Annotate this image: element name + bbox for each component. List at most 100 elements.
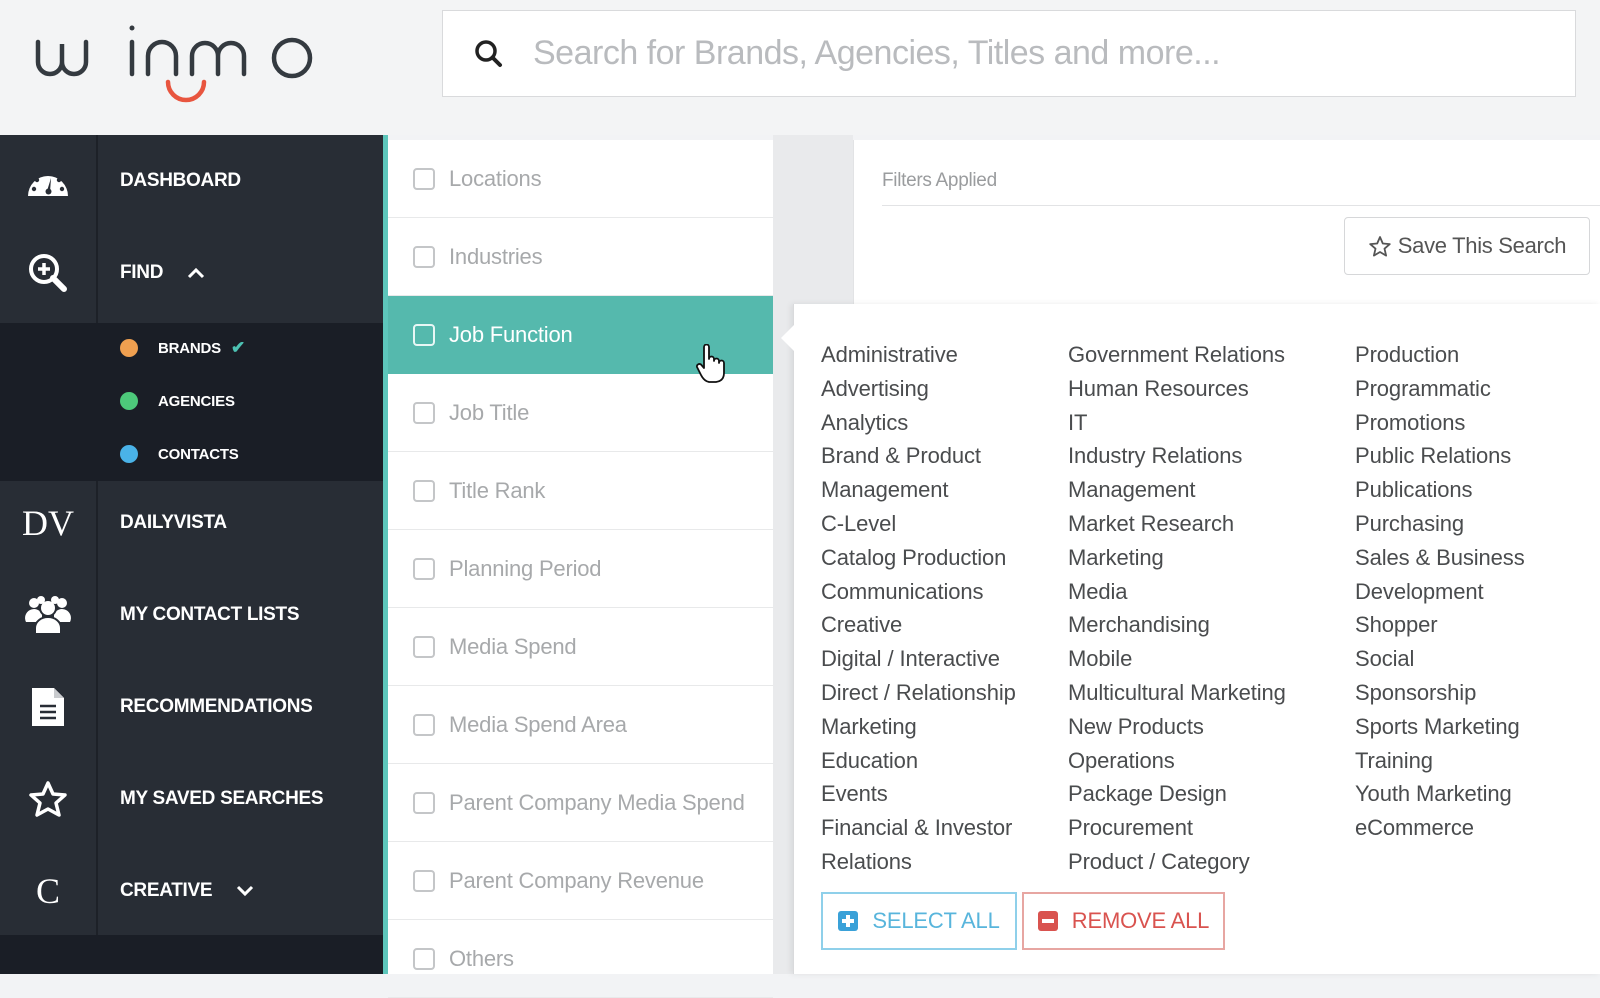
submenu-label: AGENCIES [158,392,235,410]
sidebar-item-dailyvista[interactable]: DV DAILYVISTA [0,477,383,569]
search-input[interactable] [533,34,1575,73]
sidebar-item-find[interactable]: FIND [0,227,383,319]
filter-label: Others [449,945,514,971]
checkbox[interactable] [413,635,435,658]
job-function-option[interactable]: Procurement [1068,811,1286,845]
checkbox[interactable] [413,324,435,346]
filter-item-title-rank[interactable]: Title Rank [388,452,773,530]
job-function-option[interactable]: Package Design [1068,777,1286,811]
job-function-option[interactable]: Human Resources [1068,372,1286,406]
filter-item-parent-company-revenue[interactable]: Parent Company Revenue [388,842,773,920]
filter-item-others[interactable]: Others [388,920,773,998]
checkbox[interactable] [413,557,435,580]
checkbox[interactable] [413,791,435,814]
chevron-down-icon[interactable] [236,885,254,897]
job-function-option[interactable]: Shopper [1355,608,1525,642]
job-function-option[interactable]: Events [821,777,1016,811]
filter-label: Parent Company Media Spend [449,789,745,815]
filter-label: Media Spend Area [449,711,627,737]
job-function-option[interactable]: Multicultural Marketing [1068,676,1286,710]
sidebar-item-my-saved-searches[interactable]: MY SAVED SEARCHES [0,753,383,845]
job-function-option[interactable]: Operations [1068,744,1286,778]
job-function-option[interactable]: Social [1355,642,1525,676]
job-function-option[interactable]: Purchasing [1355,507,1525,541]
sidebar-item-dashboard[interactable]: DASHBOARD [0,135,383,227]
chevron-up-icon[interactable] [187,267,205,279]
sidebar-item-creative[interactable]: C CREATIVE [0,845,383,937]
job-function-option[interactable]: Sponsorship [1355,676,1525,710]
job-function-option[interactable]: Catalog Production [821,541,1016,575]
job-function-option[interactable]: Communications [821,575,1016,609]
sidebar-item-label: FIND [120,262,164,283]
job-function-option[interactable]: Promotions [1355,406,1525,440]
job-function-option[interactable]: C-Level [821,507,1016,541]
filter-label: Job Function [449,322,573,347]
hand-pointer-cursor-icon [696,344,725,383]
sidebar-item-label: MY CONTACT LISTS [120,604,300,625]
save-search-button[interactable]: Save This Search [1344,217,1590,275]
job-function-option[interactable]: Education [821,744,1016,778]
job-function-option[interactable]: eCommerce [1355,811,1525,845]
remove-all-label: REMOVE ALL [1071,908,1210,933]
job-function-option[interactable]: Brand & Product [821,439,1016,473]
checkbox[interactable] [413,713,435,736]
checkbox[interactable] [413,479,435,502]
job-function-option[interactable]: Programmatic [1355,372,1525,406]
job-function-option[interactable]: IT [1068,406,1286,440]
filter-item-media-spend[interactable]: Media Spend [388,608,773,686]
job-function-option[interactable]: Youth Marketing [1355,777,1525,811]
checkbox[interactable] [413,167,435,190]
job-function-popover: Administrative Advertising Analytics Brand … [781,304,1600,974]
checkbox[interactable] [413,401,435,424]
job-function-option[interactable]: Public Relations [1355,439,1525,473]
filter-item-parent-company-media-spend[interactable]: Parent Company Media Spend [388,764,773,842]
job-function-option[interactable]: Management [1068,473,1286,507]
checkbox[interactable] [413,245,435,268]
global-search-box[interactable] [442,10,1576,97]
sidebar-item-recommendations[interactable]: RECOMMENDATIONS [0,661,383,753]
sidebar-item-label: CREATIVE [120,880,213,901]
job-function-option[interactable]: Marketing [1068,541,1286,575]
filter-item-planning-period[interactable]: Planning Period [388,530,773,608]
select-all-button[interactable]: SELECT ALL [821,892,1017,950]
filter-item-locations[interactable]: Locations [388,140,773,218]
remove-all-button[interactable]: REMOVE ALL [1022,892,1225,950]
sidebar-item-label: RECOMMENDATIONS [120,696,313,717]
job-function-option[interactable]: Sports Marketing [1355,710,1525,744]
job-function-option[interactable]: Media [1068,575,1286,609]
job-function-option[interactable]: Marketing [821,710,1016,744]
job-function-option[interactable]: Analytics [821,406,1016,440]
filter-item-media-spend-area[interactable]: Media Spend Area [388,686,773,764]
job-function-option[interactable]: Relations [821,845,1016,879]
job-function-option[interactable]: Training [1355,744,1525,778]
job-function-option[interactable]: Creative [821,608,1016,642]
job-function-option[interactable]: Market Research [1068,507,1286,541]
job-function-option[interactable]: Sales & Business [1355,541,1525,575]
job-function-option[interactable]: Industry Relations [1068,439,1286,473]
job-function-option[interactable]: Digital / Interactive [821,642,1016,676]
plus-square-icon [838,911,859,931]
filter-label: Parent Company Revenue [449,867,704,893]
filter-item-job-title[interactable]: Job Title [388,374,773,452]
job-function-option[interactable]: Administrative [821,338,1016,372]
checkbox[interactable] [413,947,435,970]
job-function-option[interactable]: Merchandising [1068,608,1286,642]
job-function-option[interactable]: Management [821,473,1016,507]
job-function-option[interactable]: Development [1355,575,1525,609]
sidebar-item-my-contact-lists[interactable]: MY CONTACT LISTS [0,569,383,661]
submenu-item-agencies[interactable]: AGENCIES [120,381,235,421]
job-function-option[interactable]: Direct / Relationship [821,676,1016,710]
job-function-option[interactable]: Mobile [1068,642,1286,676]
filter-item-industries[interactable]: Industries [388,218,773,296]
job-function-option[interactable]: Production [1355,338,1525,372]
job-function-option[interactable]: Financial & Investor [821,811,1016,845]
checkbox[interactable] [413,869,435,892]
job-function-option[interactable]: Product / Category [1068,845,1286,879]
submenu-item-contacts[interactable]: CONTACTS [120,434,239,474]
winmo-logo[interactable] [34,22,334,112]
job-function-option[interactable]: New Products [1068,710,1286,744]
job-function-option[interactable]: Publications [1355,473,1525,507]
submenu-item-brands[interactable]: BRANDS ✔ [120,328,245,368]
job-function-option[interactable]: Government Relations [1068,338,1286,372]
job-function-option[interactable]: Advertising [821,372,1016,406]
